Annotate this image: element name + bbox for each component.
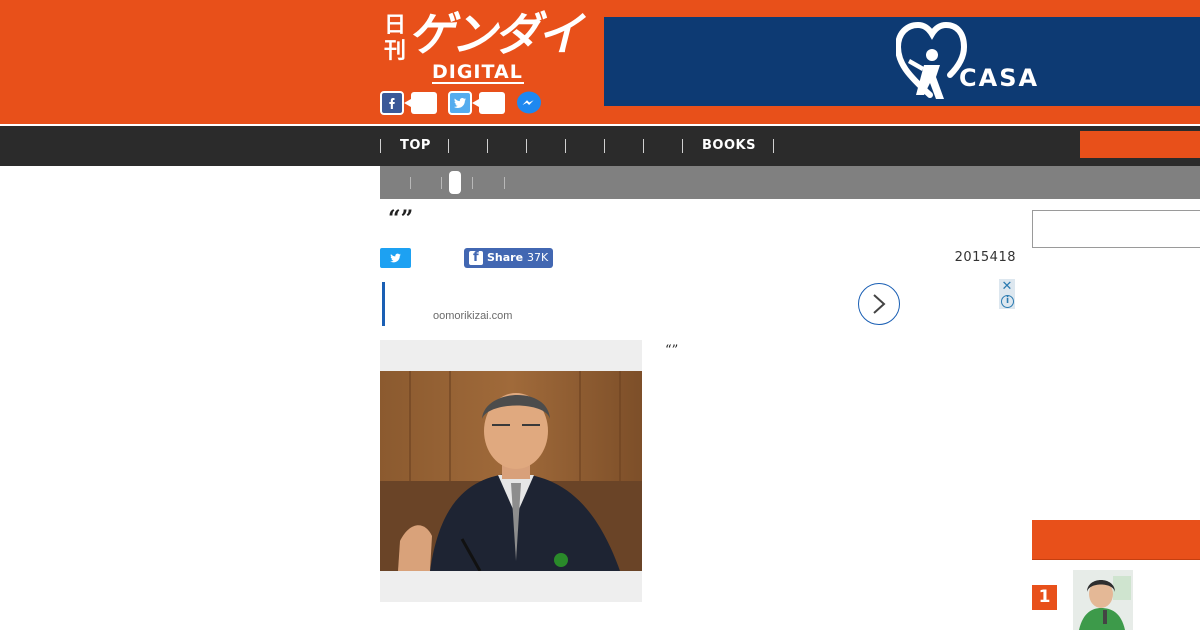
site-header: 日刊 ゲンダイ DIGITAL CASA — [0, 0, 1200, 124]
nav-separator — [380, 139, 381, 153]
nav-separator — [565, 139, 566, 153]
logo-underline — [432, 82, 524, 84]
breadcrumb-separator — [410, 177, 411, 189]
nav-separator — [526, 139, 527, 153]
nav-item-top[interactable]: TOP — [400, 126, 431, 166]
ranking-header — [1032, 520, 1200, 560]
facebook-count-bubble — [404, 92, 437, 114]
twitter-share-icon[interactable] — [448, 91, 472, 115]
article-headline: “” — [388, 206, 414, 232]
breadcrumb-separator — [441, 177, 442, 189]
inline-ad-accent — [382, 282, 385, 326]
main-nav: TOP BOOKS — [0, 126, 1200, 166]
breadcrumb-separator — [472, 177, 473, 189]
casa-brand-text: CASA — [959, 64, 1040, 92]
casa-heart-logo — [896, 21, 968, 99]
facebook-share-icon[interactable] — [380, 91, 404, 115]
ad-banner-casa[interactable]: CASA — [604, 17, 1200, 106]
logo-kanji[interactable]: 日刊 — [384, 12, 408, 64]
article-body: “” — [665, 343, 679, 358]
search-input[interactable] — [1032, 210, 1200, 248]
logo-digital[interactable]: DIGITAL — [432, 61, 523, 83]
tweet-button[interactable] — [380, 248, 411, 268]
chevron-right-icon — [873, 294, 886, 314]
nav-separator — [487, 139, 488, 153]
nav-item-books[interactable]: BOOKS — [702, 126, 756, 166]
twitter-icon — [390, 253, 401, 263]
article-date: 2015418 — [954, 250, 1016, 265]
breadcrumb-bar — [380, 166, 1200, 199]
inline-ad-domain[interactable]: oomorikizai.com — [433, 309, 512, 323]
breadcrumb-current[interactable] — [449, 171, 461, 194]
info-icon[interactable]: i — [999, 294, 1015, 309]
article-photo — [380, 371, 642, 571]
share-label: Share — [487, 251, 524, 264]
nav-separator — [773, 139, 774, 153]
twitter-count-bubble — [472, 92, 505, 114]
facebook-icon: f — [469, 250, 483, 265]
nav-separator — [682, 139, 683, 153]
close-icon[interactable]: ✕ — [999, 279, 1015, 294]
article-photo-frame — [380, 340, 642, 602]
facebook-share-button[interactable]: f Share 37K — [464, 248, 553, 268]
nav-separator — [448, 139, 449, 153]
inline-ad-next-button[interactable] — [858, 283, 900, 325]
nav-separator — [643, 139, 644, 153]
share-count: 37K — [527, 251, 549, 264]
nav-orange-button[interactable] — [1080, 131, 1200, 158]
logo-main[interactable]: ゲンダイ — [408, 6, 583, 62]
breadcrumb-separator — [504, 177, 505, 189]
nav-separator — [604, 139, 605, 153]
ranking-number: 1 — [1032, 585, 1057, 610]
messenger-icon[interactable] — [516, 91, 542, 115]
ranking-thumbnail[interactable] — [1073, 570, 1133, 630]
